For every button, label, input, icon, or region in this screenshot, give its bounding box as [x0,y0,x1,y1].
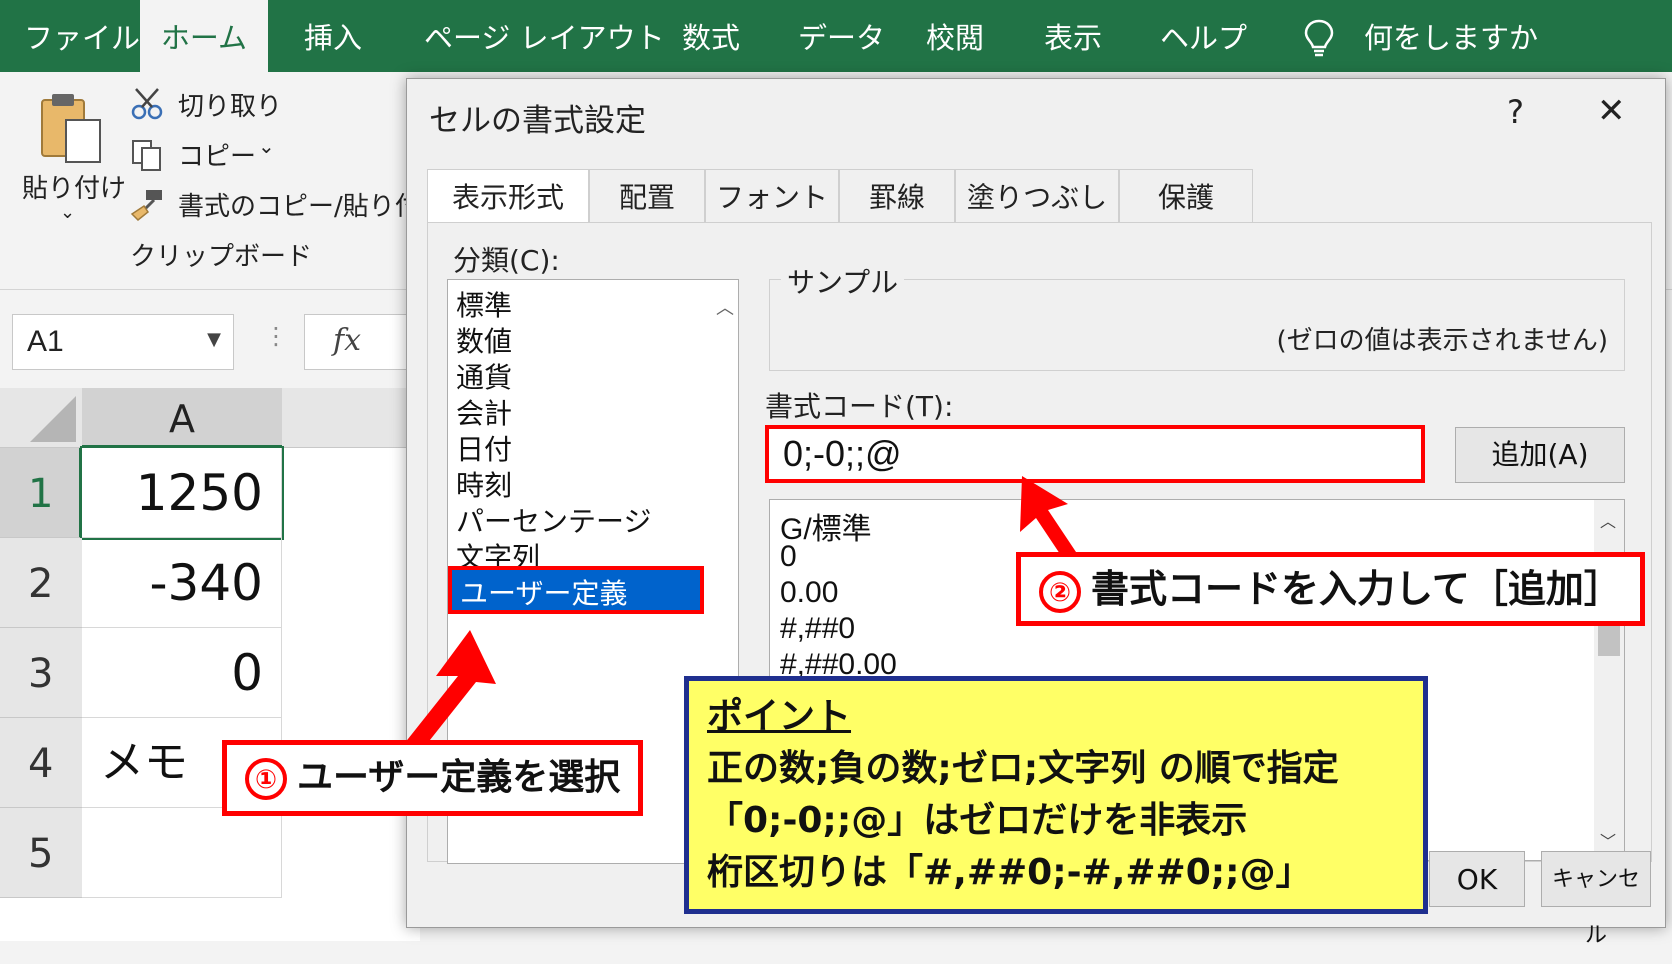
point-line-3: 桁区切りは「#,##0;-#,##0;;@」 [707,852,1312,893]
step2-number: ② [1039,570,1081,613]
point-title: ポイント [707,696,852,737]
step1-text: ユーザー定義を選択 [297,757,621,798]
step2-text: 書式コードを入力して［追加］ [1091,567,1622,611]
point-line-2: 「0;-0;;@」はゼロだけを非表示 [707,800,1248,841]
arrow-to-category [404,630,496,750]
callout-step1: ① ユーザー定義を選択 [222,740,644,816]
point-line-1: 正の数;負の数;ゼロ;文字列 の順で指定 [707,748,1339,789]
step1-number: ① [245,758,287,800]
point-note: ポイント 正の数;負の数;ゼロ;文字列 の順で指定 「0;-0;;@」はゼロだけ… [684,676,1428,914]
sample-label: サンプル [781,261,905,301]
callout-step2: ② 書式コードを入力して［追加］ [1016,552,1645,626]
